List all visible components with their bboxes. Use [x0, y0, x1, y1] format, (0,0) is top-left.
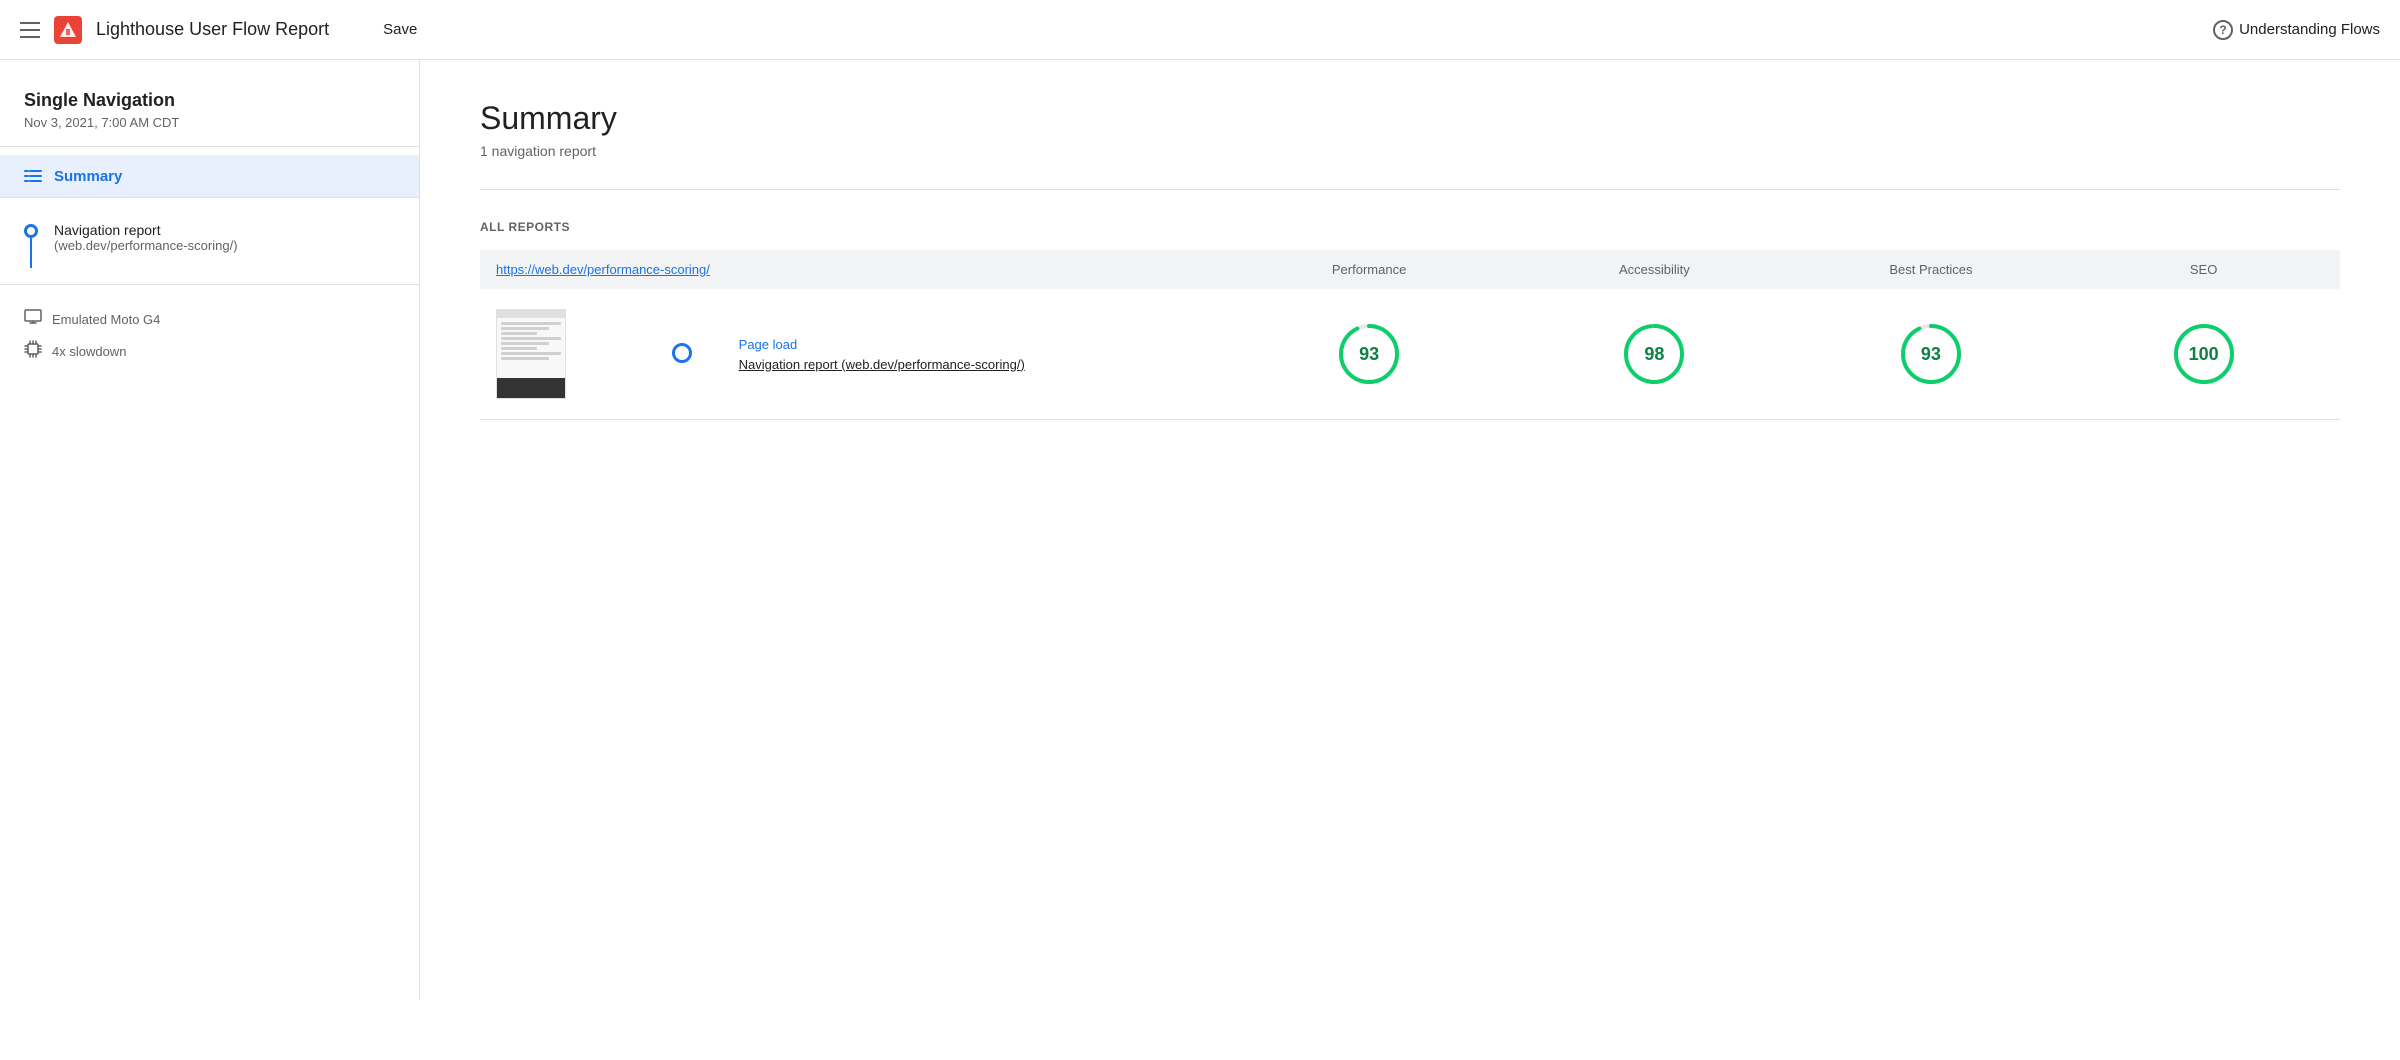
- main-divider: [480, 189, 2340, 190]
- sidebar-divider-3: [0, 284, 419, 285]
- table-row: Page load Navigation report (web.dev/per…: [480, 289, 2340, 420]
- emulated-device-label: Emulated Moto G4: [52, 312, 160, 327]
- seo-score-circle: 100: [2172, 322, 2236, 386]
- seo-score-value: 100: [2189, 344, 2219, 365]
- sidebar-item-nav-report[interactable]: Navigation report (web.dev/performance-s…: [0, 206, 419, 284]
- url-header: https://web.dev/performance-scoring/: [480, 250, 1224, 289]
- pin-line: [30, 238, 32, 268]
- pin-circle: [24, 224, 38, 238]
- app-title: Lighthouse User Flow Report: [96, 19, 329, 40]
- save-button[interactable]: Save: [373, 15, 427, 44]
- nav-pin: [24, 222, 38, 268]
- lighthouse-logo: [54, 16, 82, 44]
- reports-table: https://web.dev/performance-scoring/ Per…: [480, 250, 2340, 420]
- nav-item-text: Navigation report (web.dev/performance-s…: [54, 222, 238, 253]
- reports-table-body: Page load Navigation report (web.dev/per…: [480, 289, 2340, 420]
- performance-header: Performance: [1224, 250, 1514, 289]
- accessibility-header: Accessibility: [1514, 250, 1794, 289]
- performance-score-cell: 93: [1224, 289, 1514, 420]
- summary-main-title: Summary: [480, 100, 2340, 137]
- url-header-link[interactable]: https://web.dev/performance-scoring/: [496, 262, 710, 277]
- report-info-cell: Page load Navigation report (web.dev/per…: [723, 289, 1224, 420]
- sidebar-date: Nov 3, 2021, 7:00 AM CDT: [0, 113, 419, 146]
- device-item-slowdown: 4x slowdown: [24, 340, 395, 363]
- best-practices-score-cell: 93: [1795, 289, 2068, 420]
- accessibility-score-value: 98: [1644, 344, 1664, 365]
- performance-score-value: 93: [1359, 344, 1379, 365]
- sidebar-divider-2: [0, 197, 419, 198]
- main-layout: Single Navigation Nov 3, 2021, 7:00 AM C…: [0, 60, 2400, 1000]
- best-practices-score-value: 93: [1921, 344, 1941, 365]
- sidebar-section-title: Single Navigation: [0, 80, 419, 113]
- best-practices-header: Best Practices: [1795, 250, 2068, 289]
- summary-label: Summary: [54, 168, 122, 185]
- summary-header: Summary 1 navigation report: [480, 100, 2340, 159]
- hamburger-menu-icon[interactable]: [20, 22, 40, 38]
- seo-header: SEO: [2067, 250, 2340, 289]
- sidebar-divider-1: [0, 146, 419, 147]
- all-reports-label: ALL REPORTS: [480, 220, 2340, 234]
- performance-score-circle: 93: [1337, 322, 1401, 386]
- sidebar-device-section: Emulated Moto G4: [0, 293, 419, 379]
- seo-score-cell: 100: [2067, 289, 2340, 420]
- sidebar: Single Navigation Nov 3, 2021, 7:00 AM C…: [0, 60, 420, 1000]
- slowdown-label: 4x slowdown: [52, 344, 126, 359]
- nav-type-circle: [672, 343, 692, 363]
- help-icon: ?: [2213, 20, 2233, 40]
- topbar: Lighthouse User Flow Report Save ? Under…: [0, 0, 2400, 60]
- monitor-icon: [24, 309, 42, 330]
- cpu-icon: [24, 340, 42, 363]
- page-thumbnail: [496, 309, 566, 399]
- list-icon: [24, 167, 42, 185]
- nav-item-label: Navigation report: [54, 222, 238, 238]
- main-content: Summary 1 navigation report ALL REPORTS …: [420, 60, 2400, 1000]
- understanding-flows-link[interactable]: ? Understanding Flows: [2213, 20, 2380, 40]
- topbar-left: Lighthouse User Flow Report Save: [20, 15, 427, 44]
- thumbnail-cell: [480, 289, 641, 420]
- nav-circle-cell: [641, 289, 723, 420]
- accessibility-score-cell: 98: [1514, 289, 1794, 420]
- best-practices-score-circle: 93: [1899, 322, 1963, 386]
- accessibility-score-circle: 98: [1622, 322, 1686, 386]
- sidebar-item-summary[interactable]: Summary: [0, 155, 419, 197]
- reports-table-header: https://web.dev/performance-scoring/ Per…: [480, 250, 2340, 289]
- summary-subtitle: 1 navigation report: [480, 143, 2340, 159]
- device-item-emulated: Emulated Moto G4: [24, 309, 395, 330]
- nav-item-sub: (web.dev/performance-scoring/): [54, 238, 238, 253]
- report-url-link[interactable]: Navigation report (web.dev/performance-s…: [739, 357, 1025, 372]
- report-type: Page load: [739, 337, 1208, 352]
